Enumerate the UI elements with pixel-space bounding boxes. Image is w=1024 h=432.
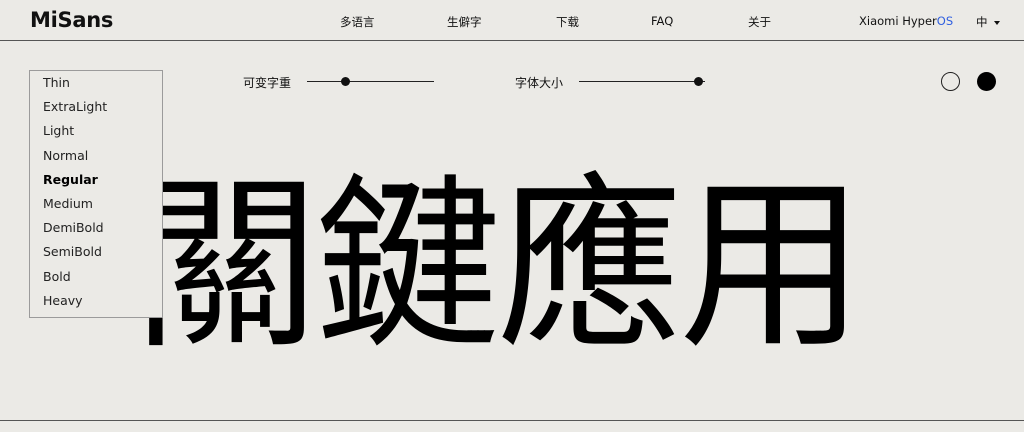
font-size-label: 字体大小 [515, 76, 564, 90]
caret-down-icon [993, 20, 1000, 25]
preview-text[interactable]: 關鍵應用 [133, 170, 865, 369]
weight-option-bold[interactable]: Bold [43, 269, 71, 284]
nav-multilingual[interactable]: 多语言 [340, 14, 375, 30]
weight-option-demibold[interactable]: DemiBold [43, 220, 104, 235]
bottom-divider [0, 420, 1024, 421]
misans-logo[interactable]: MiSans [30, 8, 113, 32]
nav-faq[interactable]: FAQ [651, 14, 673, 28]
font-size-slider-track[interactable] [579, 81, 705, 82]
weight-option-extralight[interactable]: ExtraLight [43, 99, 107, 114]
font-weight-menu: Thin ExtraLight Light Normal Regular Medium De… [29, 70, 163, 318]
xiaomi-hyperos-link[interactable]: Xiaomi HyperOS [859, 14, 953, 28]
font-size-slider-handle[interactable] [694, 77, 704, 86]
brand-prefix: Xiaomi Hyper [859, 14, 937, 28]
weight-option-medium[interactable]: Medium [43, 196, 93, 211]
language-label: 中 [976, 15, 988, 29]
nav-about[interactable]: 关于 [748, 14, 771, 30]
variable-weight-slider-track[interactable] [307, 81, 434, 82]
nav-download[interactable]: 下载 [556, 14, 579, 30]
dark-theme-toggle[interactable] [977, 72, 996, 91]
weight-option-heavy[interactable]: Heavy [43, 293, 83, 308]
top-navigation-bar: MiSans 多语言 生僻字 下载 FAQ 关于 Xiaomi HyperOS … [0, 0, 1024, 41]
weight-option-thin[interactable]: Thin [43, 75, 70, 90]
variable-weight-slider-handle[interactable] [340, 77, 350, 86]
light-theme-toggle[interactable] [941, 72, 960, 91]
language-selector[interactable]: 中 [976, 14, 1000, 30]
weight-option-light[interactable]: Light [43, 123, 74, 138]
weight-option-regular[interactable]: Regular [43, 172, 98, 187]
brand-suffix: OS [936, 14, 954, 28]
variable-weight-label: 可变字重 [243, 76, 292, 90]
weight-option-semibold[interactable]: SemiBold [43, 244, 102, 259]
font-preview-area: 關鍵應用 [133, 170, 893, 375]
nav-rare-characters[interactable]: 生僻字 [447, 14, 482, 30]
weight-option-normal[interactable]: Normal [43, 148, 88, 163]
